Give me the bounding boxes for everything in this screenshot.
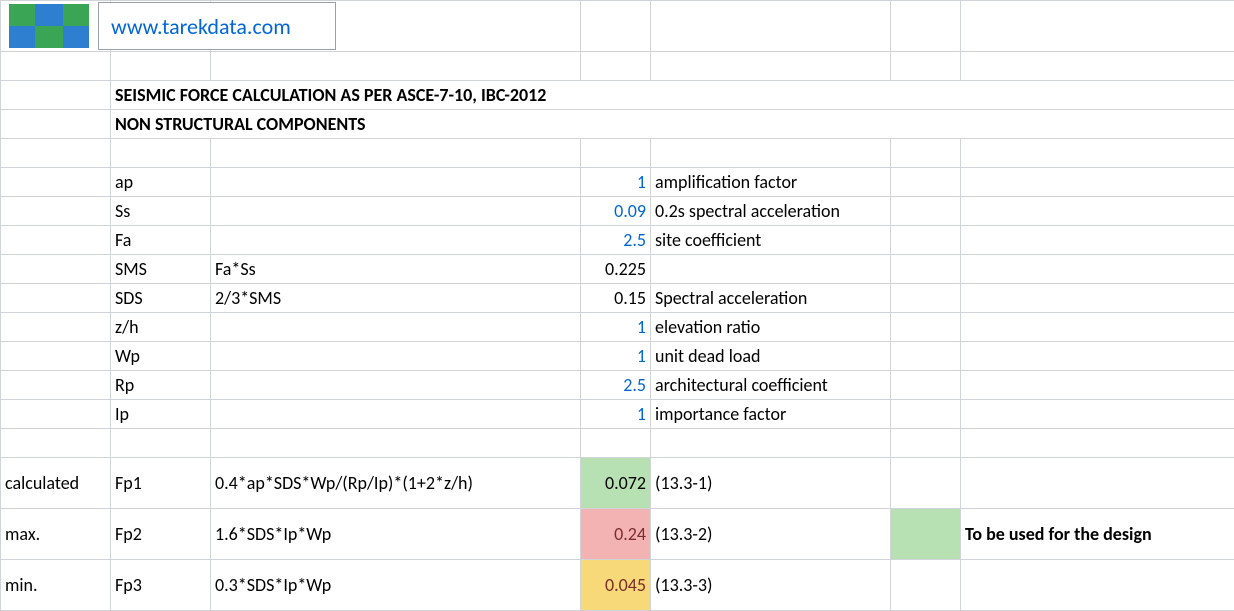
param-desc (651, 255, 891, 284)
fp3-formula[interactable]: 0.3*SDS*Ip*Wp (211, 560, 581, 611)
param-desc: architectural coefficient (651, 371, 891, 400)
fp2-label: max. (1, 509, 111, 560)
fp3-sym[interactable]: Fp3 (111, 560, 211, 611)
param-formula[interactable]: 2/3*SMS (211, 284, 581, 313)
param-sym[interactable]: Fa (111, 226, 211, 255)
param-sym[interactable]: z/h (111, 313, 211, 342)
grid[interactable]: SEISMIC FORCE CALCULATION AS PER ASCE-7-… (0, 0, 1234, 611)
param-desc: amplification factor (651, 168, 891, 197)
fp2-value[interactable]: 0.24 (581, 509, 651, 560)
param-sym[interactable]: Ss (111, 197, 211, 226)
param-sym[interactable]: Ip (111, 400, 211, 429)
param-formula[interactable]: Fa*Ss (211, 255, 581, 284)
fp1-ref: (13.3-1) (651, 458, 891, 509)
param-value[interactable]: 0.15 (581, 284, 651, 313)
fp2-sym[interactable]: Fp2 (111, 509, 211, 560)
fp1-label: calculated (1, 458, 111, 509)
logo-icon (9, 4, 89, 48)
spreadsheet-view: www.tarekdata.com (0, 0, 1234, 610)
design-note: To be used for the design (961, 509, 1234, 560)
param-desc: importance factor (651, 400, 891, 429)
param-value[interactable]: 1 (581, 313, 651, 342)
param-value[interactable]: 1 (581, 342, 651, 371)
param-value[interactable]: 1 (581, 168, 651, 197)
fp1-formula[interactable]: 0.4*ap*SDS*Wp/(Rp/Ip)*(1+2*z/h) (211, 458, 581, 509)
param-sym[interactable]: Wp (111, 342, 211, 371)
param-sym[interactable]: Rp (111, 371, 211, 400)
param-desc: 0.2s spectral acceleration (651, 197, 891, 226)
fp1-value[interactable]: 0.072 (581, 458, 651, 509)
param-sym[interactable]: SDS (111, 284, 211, 313)
param-desc: site coefficient (651, 226, 891, 255)
fp3-value[interactable]: 0.045 (581, 560, 651, 611)
param-sym[interactable]: SMS (111, 255, 211, 284)
page-title-2: NON STRUCTURAL COMPONENTS (111, 110, 1234, 139)
url-box: www.tarekdata.com (98, 2, 336, 50)
param-value[interactable]: 2.5 (581, 371, 651, 400)
param-desc: Spectral acceleration (651, 284, 891, 313)
fp2-formula[interactable]: 1.6*SDS*Ip*Wp (211, 509, 581, 560)
page-title-1: SEISMIC FORCE CALCULATION AS PER ASCE-7-… (111, 81, 1234, 110)
param-value[interactable]: 2.5 (581, 226, 651, 255)
fp1-sym[interactable]: Fp1 (111, 458, 211, 509)
param-value[interactable]: 0.09 (581, 197, 651, 226)
param-value[interactable]: 0.225 (581, 255, 651, 284)
site-url[interactable]: www.tarekdata.com (111, 13, 291, 40)
param-formula[interactable] (211, 342, 581, 371)
legend-swatch (891, 509, 961, 560)
param-formula[interactable] (211, 197, 581, 226)
param-desc: unit dead load (651, 342, 891, 371)
param-formula[interactable] (211, 400, 581, 429)
param-sym[interactable]: ap (111, 168, 211, 197)
param-formula[interactable] (211, 371, 581, 400)
param-value[interactable]: 1 (581, 400, 651, 429)
logo-cell (1, 1, 111, 52)
param-formula[interactable] (211, 313, 581, 342)
param-formula[interactable] (211, 168, 581, 197)
fp3-label: min. (1, 560, 111, 611)
param-formula[interactable] (211, 226, 581, 255)
fp2-ref: (13.3-2) (651, 509, 891, 560)
param-desc: elevation ratio (651, 313, 891, 342)
fp3-ref: (13.3-3) (651, 560, 891, 611)
